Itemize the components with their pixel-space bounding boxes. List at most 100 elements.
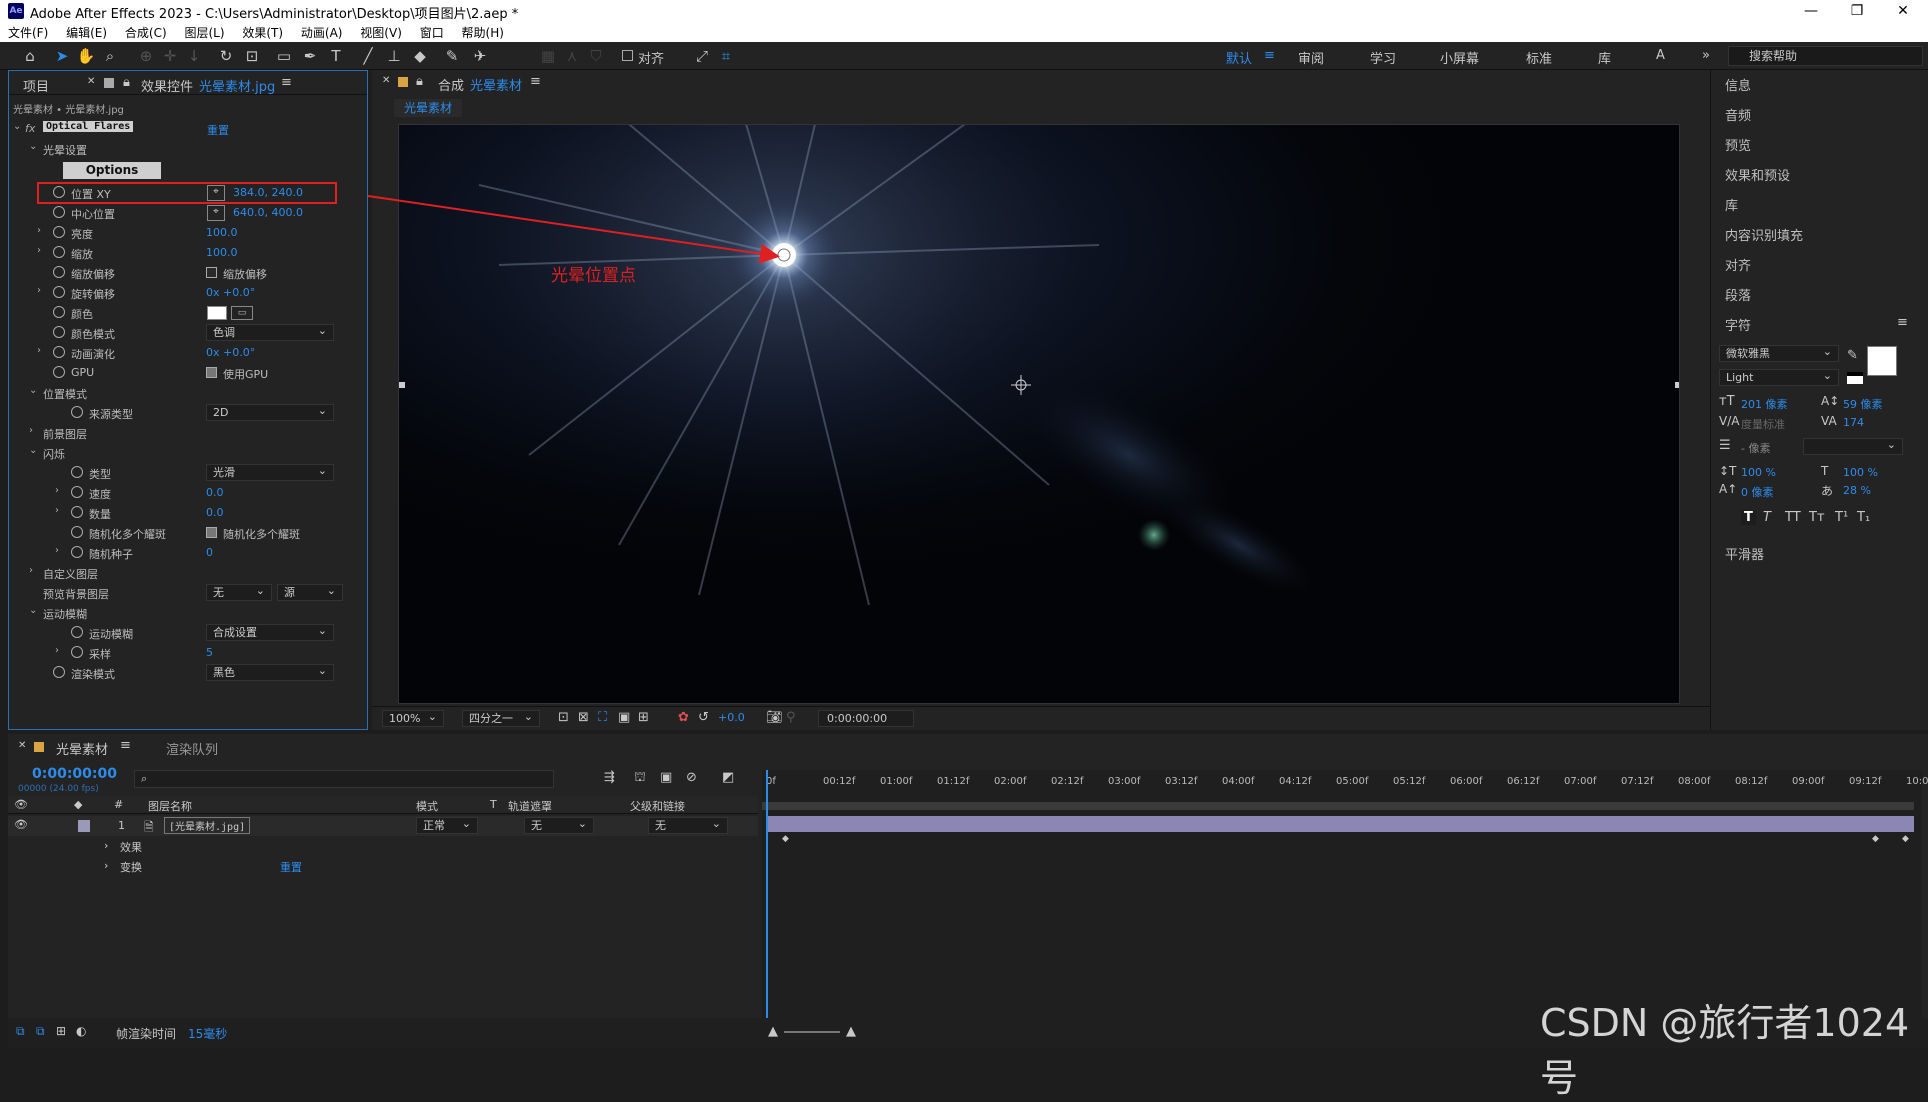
- layer-label-color[interactable]: [78, 820, 90, 832]
- tsume-value[interactable]: 28 %: [1843, 484, 1871, 497]
- style-bold[interactable]: T: [1741, 510, 1756, 525]
- workspace-menu-icon[interactable]: ≡: [1264, 48, 1275, 63]
- sub-effects-row[interactable]: › 效果: [8, 836, 758, 856]
- prop-value[interactable]: 5: [206, 646, 213, 659]
- gpu-checkbox[interactable]: [206, 367, 217, 378]
- prop-center-position[interactable]: 中心位置 ⌖ 640.0, 400.0: [9, 203, 367, 223]
- track-matte-select[interactable]: 无: [524, 816, 594, 834]
- workspace-more-icon[interactable]: »: [1702, 48, 1710, 63]
- world-axis-icon[interactable]: ⋏: [562, 46, 582, 66]
- vertical-scale-value[interactable]: 100 %: [1741, 466, 1776, 479]
- panel-menu-icon[interactable]: ≡: [1897, 315, 1908, 330]
- group-position-mode[interactable]: ⌄ 位置模式: [9, 383, 367, 403]
- hand-tool-icon[interactable]: ✋: [76, 46, 96, 66]
- work-area-bar[interactable]: [762, 802, 1914, 810]
- shy-layers-icon[interactable]: ▣: [660, 770, 672, 785]
- prop-value[interactable]: 384.0, 240.0: [233, 186, 303, 199]
- workspace-libraries[interactable]: 库: [1598, 48, 1611, 67]
- prop-random-seed[interactable]: › 随机种子 0: [9, 543, 367, 563]
- zoom-select[interactable]: 100%: [382, 709, 444, 727]
- maximize-button[interactable]: ❐: [1834, 0, 1880, 22]
- keyframe-marker[interactable]: ◆: [1872, 834, 1879, 844]
- tab-project[interactable]: 项目: [23, 76, 49, 95]
- grid-icon[interactable]: ⊞: [638, 710, 649, 725]
- panel-libraries[interactable]: 库: [1725, 195, 1738, 214]
- guides-icon[interactable]: ▣: [618, 710, 630, 725]
- workspace-standard[interactable]: 标准: [1526, 48, 1552, 67]
- crosshair-icon[interactable]: ⌖: [207, 205, 225, 221]
- pen-tool-icon[interactable]: ✒: [300, 46, 320, 66]
- tab-composition-name[interactable]: 光晕素材: [470, 75, 522, 94]
- workspace-a[interactable]: A: [1656, 48, 1665, 63]
- panel-paragraph[interactable]: 段落: [1725, 285, 1751, 304]
- prop-value[interactable]: 0x +0.0°: [206, 346, 255, 359]
- menu-view[interactable]: 视图(V): [352, 22, 408, 41]
- col-layer-name[interactable]: 图层名称: [148, 798, 192, 814]
- current-time-field[interactable]: 0:00:00:00: [818, 710, 914, 727]
- prop-color-mode[interactable]: 颜色模式 色调: [9, 323, 367, 343]
- effect-name[interactable]: Optical Flares: [43, 121, 134, 132]
- home-icon[interactable]: ⌂: [20, 46, 40, 66]
- composition-viewer[interactable]: 光晕位置点: [398, 124, 1680, 704]
- layer-handle-left[interactable]: [399, 382, 405, 388]
- style-superscript[interactable]: T¹: [1835, 510, 1848, 525]
- prop-gpu[interactable]: GPU 使用GPU: [9, 363, 367, 383]
- panel-align[interactable]: 对齐: [1725, 255, 1751, 274]
- help-search-input[interactable]: 搜索帮助: [1728, 46, 1923, 66]
- workspace-default[interactable]: 默认: [1226, 48, 1252, 67]
- transparency-grid-icon[interactable]: ⊠: [578, 710, 589, 725]
- exposure-value[interactable]: +0.0: [718, 711, 745, 724]
- menu-edit[interactable]: 编辑(E): [58, 22, 113, 41]
- panel-effects-presets[interactable]: 效果和预设: [1725, 165, 1790, 184]
- style-italic[interactable]: T: [1763, 510, 1771, 525]
- resolution-select[interactable]: 四分之一: [462, 709, 540, 727]
- snap-icon[interactable]: ⤢: [692, 46, 712, 66]
- fill-color-swatch[interactable]: [1867, 346, 1897, 376]
- font-style-select[interactable]: Light: [1719, 368, 1839, 386]
- color-swatch[interactable]: [207, 306, 227, 320]
- stretch-icon[interactable]: ◐: [76, 1024, 86, 1038]
- layer-handle-right[interactable]: [1675, 382, 1680, 388]
- style-subscript[interactable]: T₁: [1857, 510, 1870, 525]
- panel-menu-icon[interactable]: ≡: [530, 74, 541, 89]
- group-custom-layers[interactable]: › 自定义图层: [9, 563, 367, 583]
- tab-timeline[interactable]: 光晕素材: [56, 739, 108, 758]
- crosshair-icon[interactable]: ⌖: [207, 185, 225, 201]
- eyedropper-icon[interactable]: ▭: [231, 306, 253, 320]
- preview-bg-source-select[interactable]: 源: [277, 583, 343, 601]
- draft-3d-icon[interactable]: ⛫: [634, 770, 646, 787]
- tracking-value[interactable]: 174: [1843, 416, 1864, 429]
- tab-effect-controls[interactable]: 效果控件: [141, 76, 193, 95]
- motion-blur-icon[interactable]: ◩: [722, 770, 734, 785]
- layer-name[interactable]: [光晕素材.jpg]: [164, 817, 251, 834]
- prop-source-type[interactable]: 来源类型 2D: [9, 403, 367, 423]
- roto-brush-icon[interactable]: ✎: [442, 46, 462, 66]
- stroke-width-value[interactable]: - 像素: [1741, 440, 1770, 456]
- panel-menu-icon[interactable]: ≡: [281, 75, 292, 90]
- options-button[interactable]: Options: [63, 162, 161, 179]
- prop-value[interactable]: 100.0: [206, 226, 238, 239]
- panel-smoother[interactable]: 平滑器: [1725, 544, 1764, 563]
- col-track-matte[interactable]: 轨道遮罩: [508, 798, 552, 814]
- channel-icon[interactable]: ✿: [678, 710, 689, 725]
- prop-color[interactable]: 颜色 ▭: [9, 303, 367, 323]
- col-mode[interactable]: 模式: [416, 798, 438, 814]
- lock-icon[interactable]: 🔒︎: [416, 74, 423, 89]
- zoom-tool-icon[interactable]: ⌕: [100, 46, 120, 66]
- text-tool-icon[interactable]: T: [326, 46, 346, 66]
- stroke-swatch[interactable]: [1847, 372, 1863, 384]
- flicker-type-select[interactable]: 光滑: [206, 463, 334, 481]
- prop-motion-blur[interactable]: 运动模糊 合成设置: [9, 623, 367, 643]
- prop-samples[interactable]: › 采样 5: [9, 643, 367, 663]
- blend-mode-select[interactable]: 正常: [416, 816, 478, 834]
- orbit-tool-icon[interactable]: ⊕: [136, 46, 156, 66]
- selection-tool-icon[interactable]: ➤: [52, 46, 72, 66]
- prop-value[interactable]: 0.0: [206, 506, 224, 519]
- prop-animation-evolution[interactable]: › 动画演化 0x +0.0°: [9, 343, 367, 363]
- dolly-tool-icon[interactable]: ↓: [184, 46, 204, 66]
- prop-flicker-amount[interactable]: › 数量 0.0: [9, 503, 367, 523]
- view-axis-icon[interactable]: ⛉: [586, 46, 606, 66]
- layer-visibility-icon[interactable]: 👁︎: [14, 818, 28, 831]
- close-tab-icon[interactable]: ✕: [18, 740, 26, 751]
- prop-flicker-type[interactable]: 类型 光滑: [9, 463, 367, 483]
